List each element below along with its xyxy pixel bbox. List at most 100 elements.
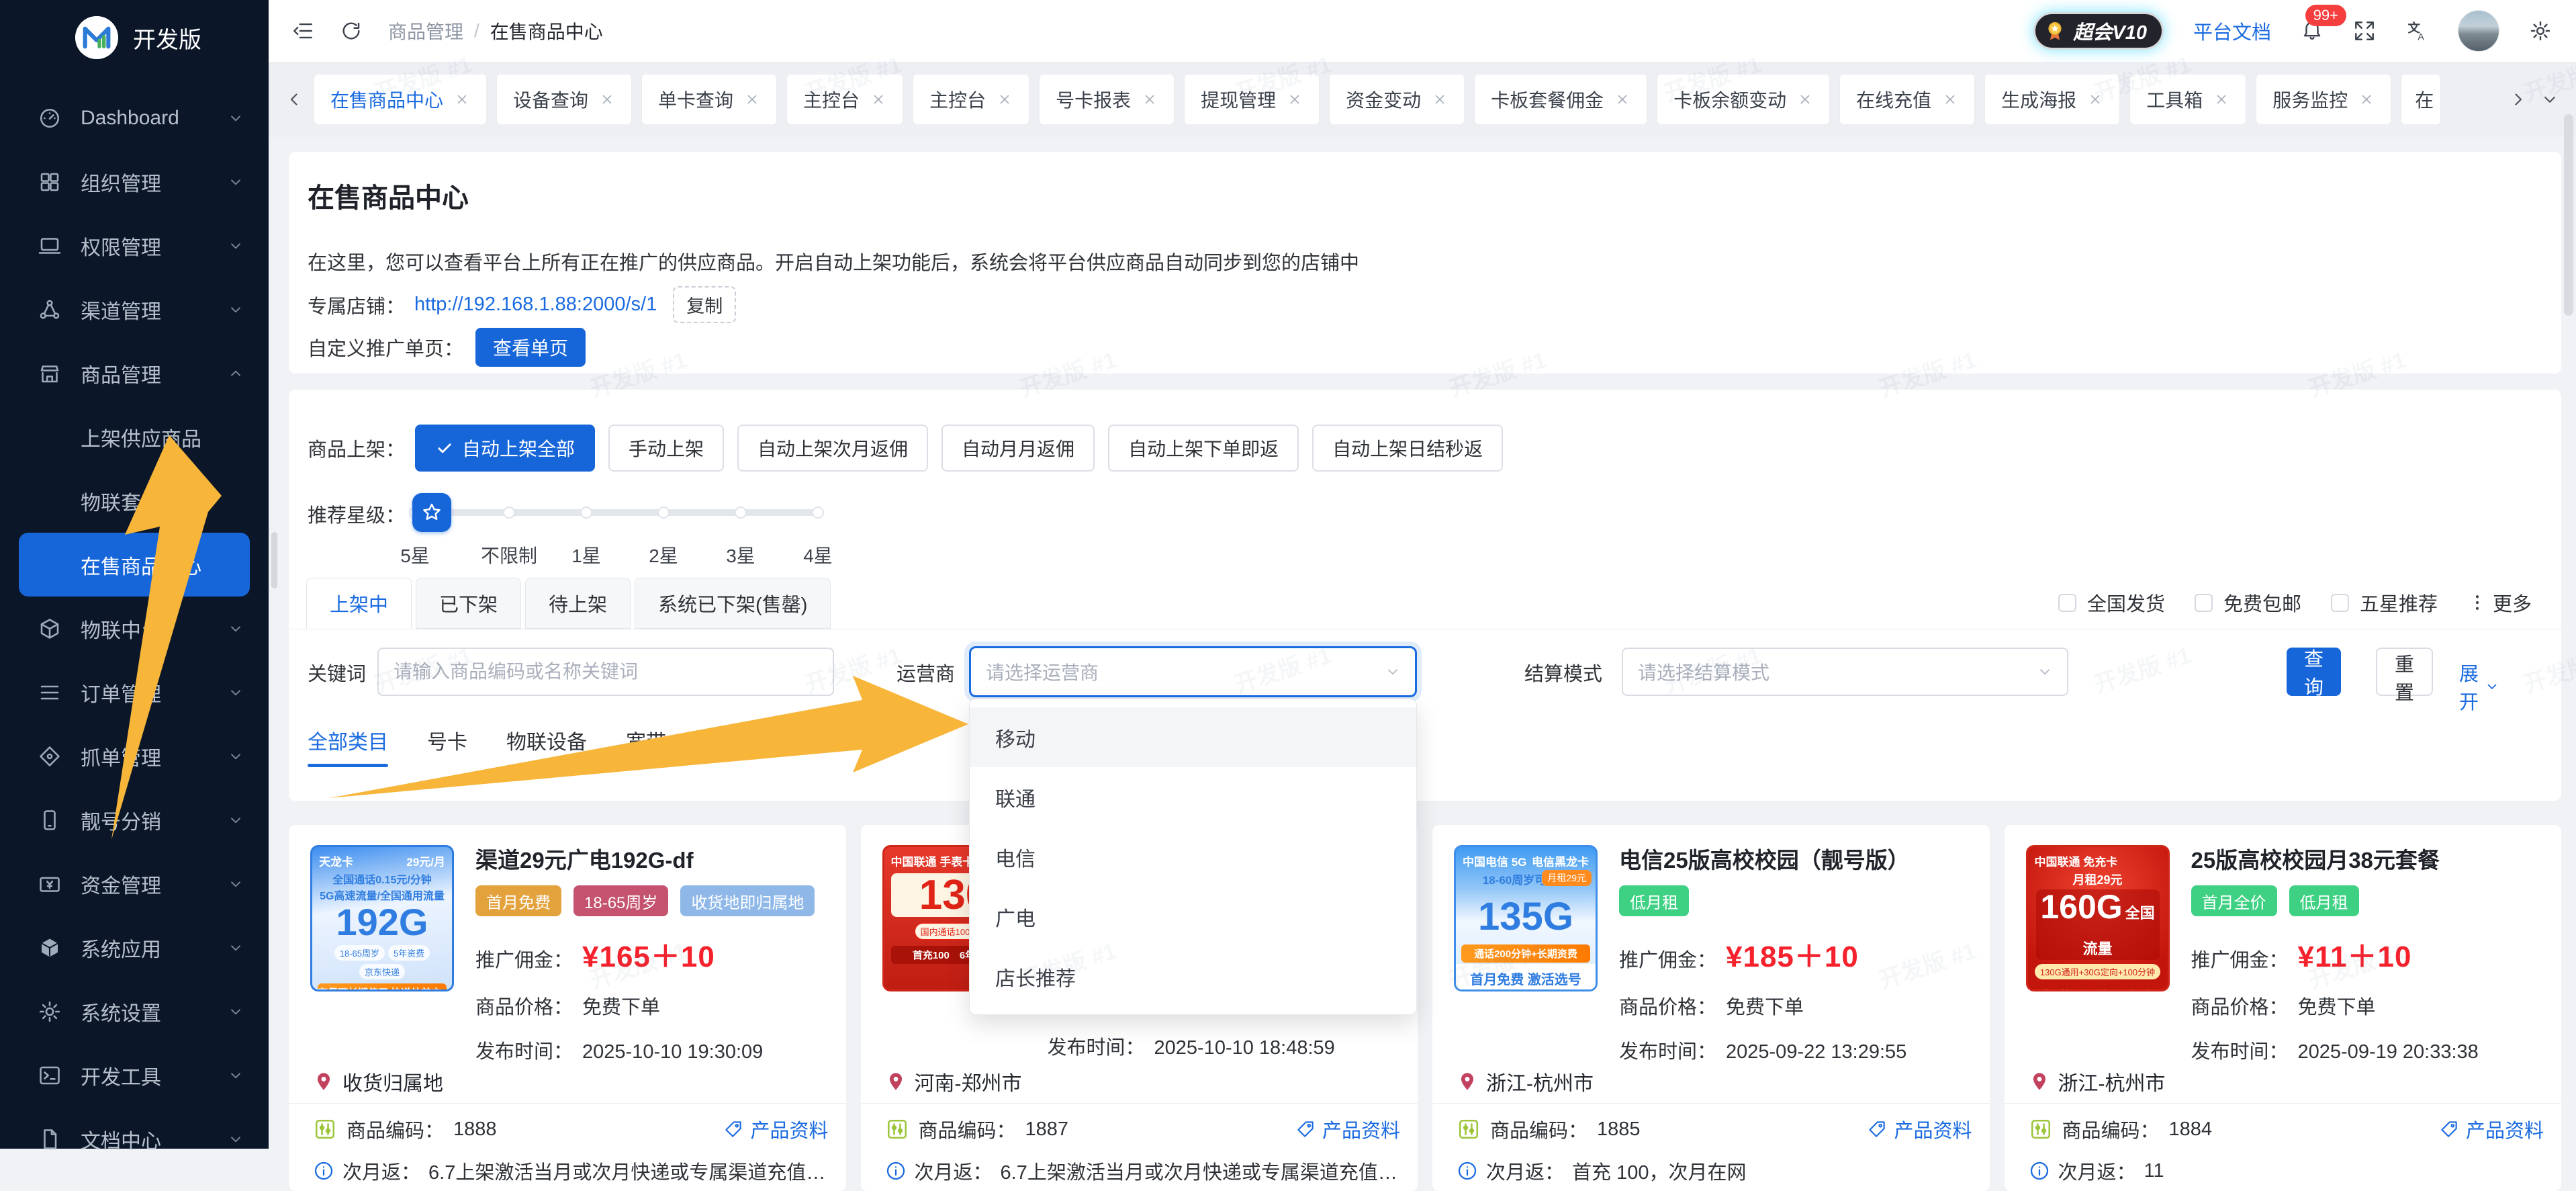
tab[interactable]: 设备查询 xyxy=(497,75,631,124)
carrier-select[interactable]: 请选择运营商 xyxy=(969,646,1417,697)
tab-close-icon[interactable] xyxy=(1142,91,1158,107)
sidebar-item[interactable]: 系统设置 xyxy=(0,979,269,1043)
tab[interactable]: 提现管理 xyxy=(1185,75,1319,124)
slider-handle[interactable] xyxy=(412,493,451,532)
tab-close-icon[interactable] xyxy=(997,91,1013,107)
sidebar-item[interactable]: 开发工具 xyxy=(0,1043,269,1107)
vip-badge[interactable]: 超会V10 xyxy=(2033,12,2164,50)
tabs-scroll-left-icon[interactable] xyxy=(285,89,305,109)
tabs-scroll-right-icon[interactable] xyxy=(2508,89,2528,109)
tab-close-icon[interactable] xyxy=(2213,91,2229,107)
sidebar-item[interactable]: 订单管理 xyxy=(0,660,269,724)
settings-gear-icon[interactable] xyxy=(2529,19,2552,42)
carrier-option[interactable]: 店长推荐 xyxy=(970,946,1416,1006)
translate-icon[interactable]: 文A xyxy=(2405,19,2428,42)
checkbox-icon[interactable] xyxy=(2331,594,2349,612)
sidebar-item[interactable]: Dashboard xyxy=(0,86,269,150)
shop-url-link[interactable]: http://192.168.1.88:2000/s/1 xyxy=(414,294,657,316)
product-info-link[interactable]: 产品资料 xyxy=(723,1115,828,1143)
tab-close-icon[interactable] xyxy=(1797,91,1813,107)
keyword-input[interactable] xyxy=(377,648,834,696)
collapse-sidebar-icon[interactable] xyxy=(291,19,314,42)
settlement-select[interactable]: 请选择结算模式 xyxy=(1622,648,2068,696)
tab-close-icon[interactable] xyxy=(870,91,886,107)
tab-close-icon[interactable] xyxy=(2358,91,2375,107)
panel-scrollbar[interactable] xyxy=(271,532,277,588)
status-tab[interactable]: 系统已下架(售罄) xyxy=(635,578,831,629)
tab[interactable]: 单卡查询 xyxy=(642,75,776,124)
sidebar-item[interactable]: 在售商品中心 xyxy=(19,533,250,597)
tab[interactable]: 号卡报表 xyxy=(1040,75,1174,124)
sidebar-item[interactable]: 物联套餐 xyxy=(0,469,269,533)
copy-button[interactable]: 复制 xyxy=(673,286,736,323)
sidebar-item[interactable]: 系统应用 xyxy=(0,916,269,979)
carrier-option[interactable]: 移动 xyxy=(970,707,1416,767)
carrier-option[interactable]: 电信 xyxy=(970,827,1416,887)
sidebar-item[interactable]: 资金管理 xyxy=(0,852,269,916)
sidebar-item[interactable]: 上架供应商品 xyxy=(0,405,269,469)
tab[interactable]: 卡板套餐佣金 xyxy=(1475,75,1647,124)
tab-close-icon[interactable] xyxy=(454,91,470,107)
tab[interactable]: 在线充值 xyxy=(1840,75,1974,124)
product-info-link[interactable]: 产品资料 xyxy=(1295,1115,1400,1143)
slider-track[interactable] xyxy=(432,509,818,516)
sidebar-item[interactable]: 权限管理 xyxy=(0,214,269,277)
listing-mode-button[interactable]: 手动上架 xyxy=(608,425,724,472)
product-info-link[interactable]: 产品资料 xyxy=(1867,1115,1972,1143)
search-button[interactable]: 查询 xyxy=(2287,648,2341,696)
sidebar-item[interactable]: 组织管理 xyxy=(0,150,269,214)
sidebar-item[interactable]: 靓号分销 xyxy=(0,788,269,852)
category-tab[interactable]: 全部类目 xyxy=(308,725,388,767)
listing-mode-button[interactable]: 自动上架全部 xyxy=(415,425,595,472)
tab-close-icon[interactable] xyxy=(1432,91,1448,107)
refresh-icon[interactable] xyxy=(340,19,363,42)
sidebar-item[interactable]: 商品管理 xyxy=(0,341,269,405)
tab-close-icon[interactable] xyxy=(1287,91,1303,107)
category-tab[interactable]: 号卡 xyxy=(427,725,467,767)
tab-close-icon[interactable] xyxy=(2087,91,2103,107)
carrier-option[interactable]: 广电 xyxy=(970,887,1416,946)
sidebar-item[interactable]: 文档中心 xyxy=(0,1107,269,1171)
tab[interactable]: 工具箱 xyxy=(2130,75,2246,124)
sidebar-item[interactable]: 渠道管理 xyxy=(0,277,269,341)
fullscreen-icon[interactable] xyxy=(2353,19,2376,42)
listing-mode-button[interactable]: 自动上架次月返佣 xyxy=(737,425,928,472)
tabs-menu-icon[interactable] xyxy=(2540,89,2560,109)
tab[interactable]: 生成海报 xyxy=(1985,75,2119,124)
tab-close-icon[interactable] xyxy=(744,91,760,107)
category-tab[interactable]: 宽带 xyxy=(626,725,666,767)
product-info-link[interactable]: 产品资料 xyxy=(2439,1115,2544,1143)
more-filters-button[interactable]: 更多 xyxy=(2467,588,2532,617)
view-promo-page-button[interactable]: 查看单页 xyxy=(475,328,586,367)
tab[interactable]: 卡板余额变动 xyxy=(1657,75,1829,124)
tab-close-icon[interactable] xyxy=(599,91,615,107)
carrier-option[interactable]: 联通 xyxy=(970,767,1416,827)
category-tab[interactable]: 物联设备 xyxy=(506,725,587,767)
tab[interactable]: 服务监控 xyxy=(2256,75,2391,124)
quick-filter-checkbox[interactable]: 全国发货 xyxy=(2058,588,2165,617)
tab-close-icon[interactable] xyxy=(1614,91,1630,107)
sidebar-item[interactable]: 物联中台 xyxy=(0,597,269,660)
category-tab[interactable]: 实体卡 xyxy=(705,725,766,767)
expand-filters-link[interactable]: 展开 xyxy=(2459,658,2500,715)
quick-filter-checkbox[interactable]: 五星推荐 xyxy=(2331,588,2438,617)
listing-mode-button[interactable]: 自动月月返佣 xyxy=(941,425,1095,472)
tab[interactable]: 主控台 xyxy=(913,75,1029,124)
platform-docs-link[interactable]: 平台文档 xyxy=(2193,17,2271,45)
user-avatar[interactable] xyxy=(2458,10,2499,52)
breadcrumb-parent[interactable]: 商品管理 xyxy=(388,17,463,44)
star-rating-slider[interactable]: 不限制1星2星3星4星5星 xyxy=(415,489,858,570)
listing-mode-button[interactable]: 自动上架下单即返 xyxy=(1108,425,1299,472)
status-tab[interactable]: 上架中 xyxy=(306,578,412,629)
checkbox-icon[interactable] xyxy=(2058,594,2076,612)
status-tab[interactable]: 已下架 xyxy=(416,578,521,629)
reset-button[interactable]: 重置 xyxy=(2376,648,2433,696)
checkbox-icon[interactable] xyxy=(2195,594,2213,612)
tab[interactable]: 资金变动 xyxy=(1330,75,1464,124)
tab[interactable]: 在 xyxy=(2401,75,2440,124)
tab-close-icon[interactable] xyxy=(1942,91,1958,107)
tab[interactable]: 在售商品中心 xyxy=(314,75,486,124)
quick-filter-checkbox[interactable]: 免费包邮 xyxy=(2195,588,2301,617)
sidebar-item[interactable]: 抓单管理 xyxy=(0,724,269,788)
status-tab[interactable]: 待上架 xyxy=(525,578,631,629)
